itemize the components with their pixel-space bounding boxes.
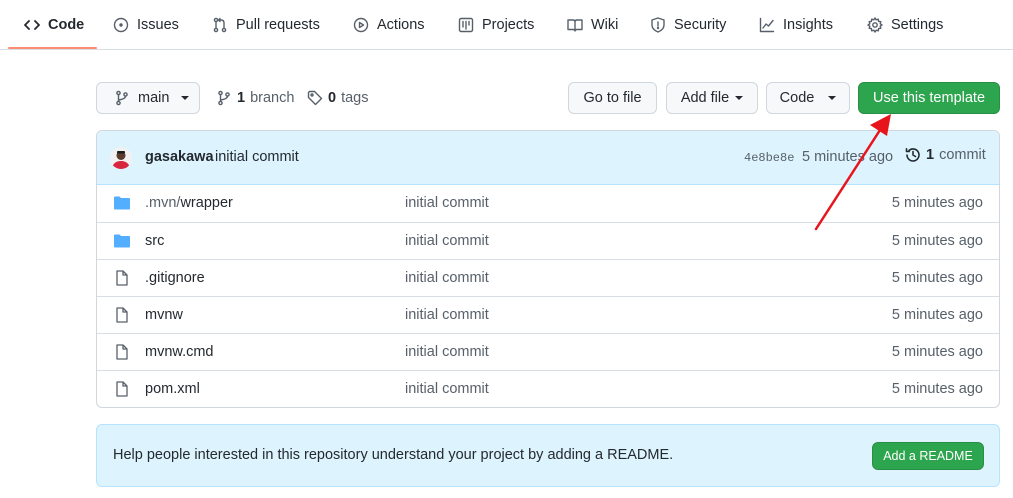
- file-icon: [116, 307, 128, 323]
- avatar[interactable]: [110, 147, 132, 169]
- tab-issues[interactable]: Issues: [113, 0, 179, 50]
- branch-selector-label: main: [138, 90, 170, 106]
- commit-time: 5 minutes ago: [802, 149, 894, 165]
- commit-message[interactable]: initial commit: [215, 149, 299, 165]
- tab-actions[interactable]: Actions: [353, 0, 425, 50]
- tab-settings[interactable]: Settings: [867, 0, 943, 50]
- folder-icon: [114, 234, 130, 248]
- tab-pull-requests[interactable]: Pull requests: [212, 0, 320, 50]
- file-name[interactable]: src: [145, 233, 164, 249]
- file-commit-message[interactable]: initial commit: [405, 344, 489, 360]
- code-icon: [24, 20, 40, 30]
- commit-count-label: commit: [939, 147, 986, 163]
- branch-selector-button[interactable]: main: [96, 82, 200, 114]
- project-icon: [458, 17, 474, 33]
- file-commit-time: 5 minutes ago: [891, 195, 983, 211]
- chevron-down-icon: [735, 96, 744, 100]
- history-icon: [905, 148, 920, 162]
- tab-insights[interactable]: Insights: [759, 0, 833, 50]
- chevron-down-icon: [181, 96, 190, 100]
- file-commit-time: 5 minutes ago: [891, 233, 983, 249]
- gear-icon: [867, 17, 883, 33]
- file-commit-time: 5 minutes ago: [891, 381, 983, 397]
- commit-count-number: 1: [926, 147, 935, 163]
- file-row[interactable]: src initial commit 5 minutes ago: [97, 222, 999, 259]
- tag-icon: [307, 90, 323, 106]
- shield-icon: [651, 17, 665, 33]
- chevron-down-icon: [828, 96, 837, 100]
- file-commit-time: 5 minutes ago: [891, 307, 983, 323]
- file-name[interactable]: .mvn/wrapper: [145, 195, 233, 211]
- file-commit-time: 5 minutes ago: [891, 344, 983, 360]
- file-name[interactable]: pom.xml: [145, 381, 200, 397]
- file-icon: [116, 381, 128, 397]
- file-commit-message[interactable]: initial commit: [405, 307, 489, 323]
- file-row[interactable]: pom.xml initial commit 5 minutes ago: [97, 370, 999, 407]
- tab-issues-label: Issues: [137, 17, 179, 33]
- folder-icon: [114, 196, 130, 210]
- use-this-template-button[interactable]: Use this template: [858, 82, 1000, 114]
- book-icon: [567, 19, 583, 32]
- add-file-label: Add file: [680, 90, 730, 106]
- file-commit-message[interactable]: initial commit: [405, 195, 489, 211]
- go-to-file-button[interactable]: Go to file: [568, 82, 657, 114]
- tag-label: tags: [341, 90, 369, 106]
- graph-icon: [759, 17, 775, 33]
- use-this-template-label: Use this template: [872, 90, 986, 106]
- file-row[interactable]: mvnw initial commit 5 minutes ago: [97, 296, 999, 333]
- tab-security[interactable]: Security: [650, 0, 726, 50]
- commit-history-link[interactable]: 1 commit: [905, 147, 986, 163]
- file-row[interactable]: mvnw.cmd initial commit 5 minutes ago: [97, 333, 999, 370]
- tab-actions-label: Actions: [377, 17, 425, 33]
- tab-security-label: Security: [674, 17, 727, 33]
- active-tab-underline: [8, 47, 97, 49]
- tag-count: 0: [328, 90, 337, 106]
- file-commit-time: 5 minutes ago: [891, 270, 983, 286]
- branches-link[interactable]: 1 branch: [216, 82, 294, 114]
- play-icon: [353, 17, 369, 33]
- branch-label: branch: [250, 90, 295, 106]
- tab-wiki[interactable]: Wiki: [567, 0, 618, 50]
- branch-icon: [218, 90, 230, 106]
- commit-author[interactable]: gasakawa: [145, 149, 214, 165]
- tags-link[interactable]: 0 tags: [307, 82, 369, 114]
- tab-insights-label: Insights: [783, 17, 833, 33]
- file-name[interactable]: mvnw.cmd: [145, 344, 214, 360]
- add-readme-button[interactable]: Add a README: [872, 442, 984, 470]
- file-name[interactable]: mvnw: [145, 307, 183, 323]
- tab-code[interactable]: Code: [24, 0, 84, 50]
- go-to-file-label: Go to file: [583, 90, 642, 106]
- readme-banner-text: Help people interested in this repositor…: [113, 447, 674, 463]
- tab-pull-requests-label: Pull requests: [236, 17, 320, 33]
- tab-settings-label: Settings: [891, 17, 944, 33]
- file-commit-message[interactable]: initial commit: [405, 233, 489, 249]
- file-icon: [116, 344, 128, 360]
- commit-sha[interactable]: 4e8be8e: [744, 151, 794, 165]
- tab-projects[interactable]: Projects: [458, 0, 534, 50]
- readme-banner: Help people interested in this repositor…: [96, 424, 1000, 487]
- file-list: gasakawa initial commit 4e8be8e 5 minute…: [96, 130, 1000, 408]
- file-commit-message[interactable]: initial commit: [405, 270, 489, 286]
- issue-icon: [113, 17, 129, 33]
- pull-request-icon: [213, 17, 227, 33]
- branch-count: 1: [237, 90, 246, 106]
- file-row[interactable]: .mvn/wrapper initial commit 5 minutes ag…: [97, 185, 999, 222]
- code-dropdown-button[interactable]: Code: [766, 82, 850, 114]
- tab-wiki-label: Wiki: [591, 17, 619, 33]
- tab-projects-label: Projects: [482, 17, 535, 33]
- file-name[interactable]: .gitignore: [145, 270, 205, 286]
- repo-nav: Code Issues Pull requests Actions Projec…: [0, 0, 1013, 50]
- file-row[interactable]: .gitignore initial commit 5 minutes ago: [97, 259, 999, 296]
- file-icon: [116, 270, 128, 286]
- tab-code-label: Code: [48, 17, 85, 33]
- file-commit-message[interactable]: initial commit: [405, 381, 489, 397]
- latest-commit-bar: gasakawa initial commit 4e8be8e 5 minute…: [97, 131, 999, 185]
- code-button-label: Code: [779, 90, 815, 106]
- add-file-button[interactable]: Add file: [666, 82, 758, 114]
- branch-icon: [116, 90, 128, 106]
